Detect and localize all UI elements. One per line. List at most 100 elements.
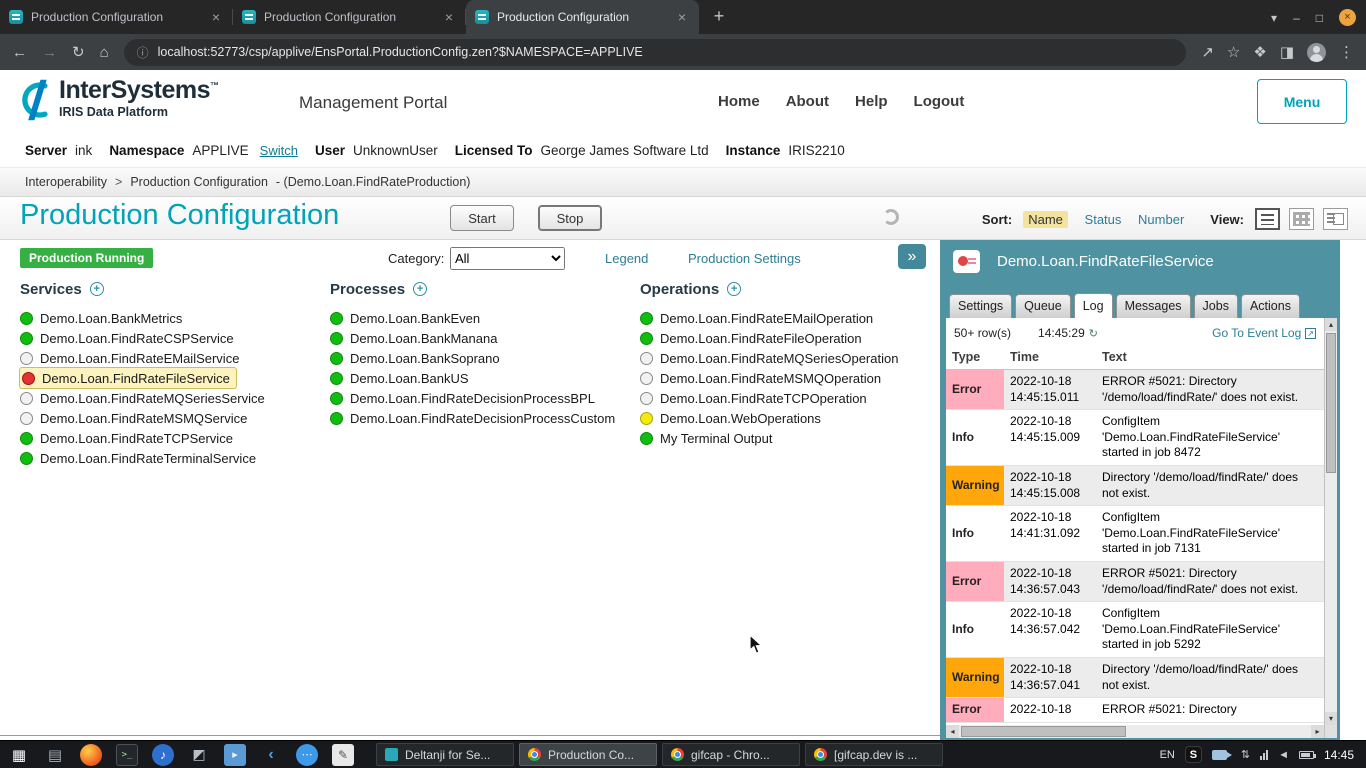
- minimize-button[interactable]: –: [1293, 11, 1300, 25]
- detail-tab[interactable]: Jobs: [1194, 294, 1238, 318]
- nav-link[interactable]: Help: [855, 93, 888, 110]
- camera-tray-icon[interactable]: [1212, 750, 1227, 760]
- tab-close-icon[interactable]: ×: [674, 9, 690, 25]
- operation-item[interactable]: Demo.Loan.FindRateMQSeriesOperation: [640, 348, 940, 368]
- taskbar-app-icon[interactable]: >_: [116, 744, 138, 766]
- switch-namespace-link[interactable]: Switch: [260, 143, 298, 158]
- battery-icon[interactable]: [1299, 751, 1314, 759]
- expand-panel-button[interactable]: »: [898, 244, 926, 269]
- taskbar-window-button[interactable]: gifcap - Chro...: [662, 743, 800, 766]
- scroll-up-icon[interactable]: ▴: [1325, 318, 1337, 331]
- clock[interactable]: 14:45: [1324, 748, 1354, 762]
- updates-tray-icon[interactable]: ⇅: [1241, 748, 1250, 761]
- go-to-event-log-link[interactable]: Go To Event Log ↗: [1212, 326, 1316, 340]
- taskbar-app-icon[interactable]: ✎: [332, 744, 354, 766]
- taskbar-window-button[interactable]: Production Co...: [519, 743, 657, 766]
- taskbar-app-icon[interactable]: ▦: [8, 744, 30, 766]
- taskbar-window-button[interactable]: [gifcap.dev is ...: [805, 743, 943, 766]
- service-item[interactable]: Demo.Loan.FindRateMSMQService: [20, 408, 310, 428]
- browser-menu-icon[interactable]: ⋮: [1339, 43, 1354, 61]
- forward-icon[interactable]: →: [42, 44, 57, 61]
- tab-close-icon[interactable]: ×: [208, 9, 224, 25]
- operation-item[interactable]: Demo.Loan.FindRateFileOperation: [640, 328, 940, 348]
- bookmark-star-icon[interactable]: ☆: [1227, 43, 1240, 61]
- process-item[interactable]: Demo.Loan.BankManana: [330, 328, 620, 348]
- home-icon[interactable]: ⌂: [100, 44, 109, 61]
- taskbar-app-icon[interactable]: ▤: [44, 744, 66, 766]
- detail-tab[interactable]: Actions: [1241, 294, 1300, 318]
- taskbar-app-icon[interactable]: [80, 744, 102, 766]
- operation-item[interactable]: Demo.Loan.FindRateMSMQOperation: [640, 368, 940, 388]
- taskbar-app-icon[interactable]: ‹: [260, 744, 282, 766]
- reload-icon[interactable]: ↻: [72, 43, 85, 61]
- service-item[interactable]: Demo.Loan.FindRateTCPService: [20, 428, 310, 448]
- view-grid-button[interactable]: [1289, 208, 1314, 230]
- share-icon[interactable]: ↗: [1201, 43, 1214, 61]
- view-split-button[interactable]: [1323, 208, 1348, 230]
- url-text[interactable]: localhost:52773/csp/applive/EnsPortal.Pr…: [158, 45, 643, 59]
- sort-option[interactable]: Number: [1138, 212, 1184, 227]
- detail-tab[interactable]: Queue: [1015, 294, 1071, 318]
- scroll-down-icon[interactable]: ▾: [1325, 712, 1337, 725]
- network-signal-icon[interactable]: [1260, 750, 1268, 760]
- browser-tab[interactable]: Production Configuration ×: [0, 0, 233, 34]
- detail-tab[interactable]: Messages: [1116, 294, 1191, 318]
- service-item[interactable]: Demo.Loan.BankMetrics: [20, 308, 310, 328]
- operation-item[interactable]: Demo.Loan.FindRateEMailOperation: [640, 308, 940, 328]
- operation-item[interactable]: My Terminal Output: [640, 428, 940, 448]
- taskbar-app-icon[interactable]: ♪: [152, 744, 174, 766]
- tab-search-chevron-icon[interactable]: ▾: [1271, 11, 1277, 25]
- breadcrumb-current-link[interactable]: Production Configuration: [130, 175, 268, 189]
- service-item[interactable]: Demo.Loan.FindRateFileService: [20, 368, 236, 388]
- taskbar-app-icon[interactable]: ⋯: [296, 744, 318, 766]
- operation-item[interactable]: Demo.Loan.WebOperations: [640, 408, 940, 428]
- volume-icon[interactable]: ◄: [1278, 749, 1289, 761]
- extensions-icon[interactable]: ❖: [1253, 43, 1266, 61]
- process-item[interactable]: Demo.Loan.BankEven: [330, 308, 620, 328]
- maximize-button[interactable]: □: [1316, 11, 1323, 25]
- process-item[interactable]: Demo.Loan.BankUS: [330, 368, 620, 388]
- service-item[interactable]: Demo.Loan.FindRateMQSeriesService: [20, 388, 310, 408]
- add-process-icon[interactable]: +: [413, 282, 427, 296]
- sidebar-icon[interactable]: ◨: [1280, 43, 1294, 61]
- auto-refresh-icon[interactable]: ↻: [1089, 327, 1098, 340]
- legend-link[interactable]: Legend: [605, 251, 648, 266]
- slack-tray-icon[interactable]: S: [1185, 746, 1202, 763]
- start-button[interactable]: Start: [450, 205, 514, 231]
- menu-button[interactable]: Menu: [1257, 79, 1347, 124]
- detail-tab[interactable]: Log: [1074, 293, 1113, 318]
- tab-close-icon[interactable]: ×: [441, 9, 457, 25]
- new-tab-button[interactable]: +: [709, 6, 729, 27]
- process-item[interactable]: Demo.Loan.FindRateDecisionProcessBPL: [330, 388, 620, 408]
- add-service-icon[interactable]: +: [90, 282, 104, 296]
- nav-link[interactable]: Logout: [914, 93, 965, 110]
- address-bar[interactable]: ⓘ localhost:52773/csp/applive/EnsPortal.…: [124, 39, 1187, 66]
- add-operation-icon[interactable]: +: [727, 282, 741, 296]
- vertical-scrollbar[interactable]: ▴ ▾: [1324, 318, 1337, 725]
- process-item[interactable]: Demo.Loan.FindRateDecisionProcessCustom: [330, 408, 620, 428]
- operation-item[interactable]: Demo.Loan.FindRateTCPOperation: [640, 388, 940, 408]
- service-item[interactable]: Demo.Loan.FindRateEMailService: [20, 348, 310, 368]
- sort-option[interactable]: Name: [1023, 211, 1068, 228]
- service-item[interactable]: Demo.Loan.FindRateTerminalService: [20, 448, 310, 468]
- browser-tab[interactable]: Production Configuration ×: [466, 0, 699, 34]
- sort-option[interactable]: Status: [1085, 212, 1122, 227]
- browser-tab[interactable]: Production Configuration ×: [233, 0, 466, 34]
- vertical-scrollbar-thumb[interactable]: [1326, 333, 1336, 473]
- site-info-icon[interactable]: ⓘ: [137, 44, 149, 61]
- view-list-button[interactable]: [1255, 208, 1280, 230]
- taskbar-app-icon[interactable]: ▸: [224, 744, 246, 766]
- production-settings-link[interactable]: Production Settings: [688, 251, 801, 266]
- window-close-button[interactable]: ×: [1339, 9, 1356, 26]
- stop-button[interactable]: Stop: [538, 205, 602, 231]
- process-item[interactable]: Demo.Loan.BankSoprano: [330, 348, 620, 368]
- horizontal-scrollbar-thumb[interactable]: [961, 726, 1126, 737]
- horizontal-scrollbar[interactable]: ◂ ▸: [946, 725, 1324, 738]
- back-icon[interactable]: ←: [12, 44, 27, 61]
- taskbar-window-button[interactable]: Deltanji for Se...: [376, 743, 514, 766]
- keyboard-layout-indicator[interactable]: EN: [1160, 749, 1175, 761]
- scroll-right-icon[interactable]: ▸: [1311, 725, 1324, 738]
- category-select[interactable]: All: [450, 247, 565, 270]
- scroll-left-icon[interactable]: ◂: [946, 725, 959, 738]
- taskbar-app-icon[interactable]: ◩: [188, 744, 210, 766]
